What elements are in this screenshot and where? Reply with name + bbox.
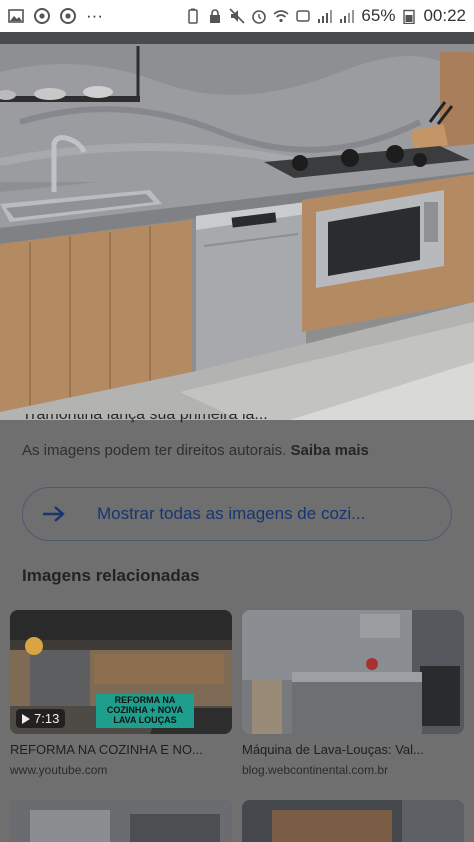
wifi-icon bbox=[273, 10, 289, 23]
learn-more-link[interactable]: Saiba mais bbox=[290, 442, 368, 459]
show-all-images-button[interactable]: Mostrar todas as imagens de cozi... bbox=[22, 487, 452, 541]
alarm-icon bbox=[252, 10, 267, 24]
data-saver-icon bbox=[296, 10, 311, 22]
rights-text: As imagens podem ter direitos autorais. bbox=[22, 442, 287, 459]
related-card-2[interactable]: Máquina de Lava-Louças: Val... blog.webc… bbox=[242, 610, 464, 777]
chrome-icon-2 bbox=[60, 8, 76, 24]
results-page: Tramontina lança sua primeira lá... As i… bbox=[0, 414, 474, 842]
status-bar: ··· 65% 00:22 bbox=[0, 0, 474, 32]
related-card-1[interactable]: REFORMA NA COZINHA + NOVA LAVA LOUÇAS 7:… bbox=[10, 610, 232, 777]
image-title[interactable]: Tramontina lança sua primeira lá... bbox=[22, 414, 352, 426]
battery-level: 65% bbox=[361, 6, 396, 25]
related-source-2: blog.webcontinental.com.br bbox=[242, 763, 389, 777]
related-images-heading: Imagens relacionadas bbox=[22, 566, 200, 585]
related-source-1: www.youtube.com bbox=[10, 763, 108, 777]
related-caption-2[interactable]: Máquina de Lava-Louças: Val... bbox=[242, 742, 464, 757]
show-all-label: Mostrar todas as imagens de cozi... bbox=[97, 504, 366, 523]
video-duration: 7:13 bbox=[16, 709, 66, 728]
duration-text: 7:13 bbox=[34, 711, 60, 726]
signal-icon-2 bbox=[340, 10, 355, 23]
thumbnail-banner: REFORMA NA COZINHA + NOVA LAVA LOUÇAS bbox=[106, 695, 184, 725]
kitchen-thumbnail-2 bbox=[242, 610, 464, 734]
kitchen-photo bbox=[0, 32, 474, 420]
hero-image[interactable] bbox=[0, 32, 474, 420]
related-thumbnail-4[interactable] bbox=[242, 800, 464, 842]
chrome-icon bbox=[34, 8, 50, 24]
image-title-text: Tramontina lança sua primeira lá... bbox=[22, 414, 268, 423]
play-icon bbox=[22, 713, 30, 724]
copyright-notice: As imagens podem ter direitos autorais. … bbox=[22, 442, 369, 459]
related-thumbnail-3[interactable] bbox=[10, 800, 232, 842]
related-thumbnail-2[interactable] bbox=[242, 610, 464, 734]
more-notifications: ··· bbox=[86, 6, 103, 25]
battery-icon bbox=[403, 9, 416, 24]
mute-icon bbox=[229, 8, 245, 24]
arrow-right-icon bbox=[43, 506, 65, 522]
signal-icon bbox=[318, 10, 333, 23]
related-caption-1[interactable]: REFORMA NA COZINHA E NO... bbox=[10, 742, 232, 757]
clock: 00:22 bbox=[423, 6, 466, 25]
kitchen-thumbnail-3 bbox=[10, 800, 232, 842]
related-thumbnail-1[interactable]: REFORMA NA COZINHA + NOVA LAVA LOUÇAS 7:… bbox=[10, 610, 232, 734]
kitchen-thumbnail-4 bbox=[242, 800, 464, 842]
battery-saver-icon bbox=[188, 8, 199, 24]
lock-icon bbox=[210, 9, 221, 23]
gallery-icon bbox=[8, 9, 24, 23]
